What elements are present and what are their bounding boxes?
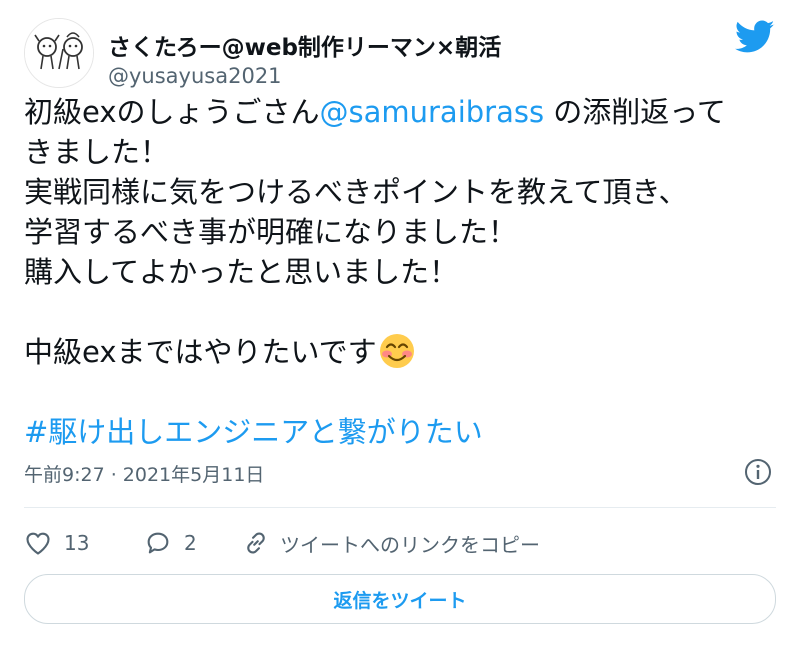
copy-link-button[interactable]: ツイートへのリンクをコピー [242, 526, 540, 560]
timestamp[interactable]: 午前9:27 · 2021年5月11日 [24, 460, 264, 487]
tweet-line: 初級exのしょうごさん@samuraibrass の添削返って [24, 92, 776, 132]
user-handle[interactable]: @yusayusa2021 [108, 64, 282, 88]
info-icon[interactable] [744, 458, 772, 486]
heart-icon [26, 532, 50, 555]
tweet-line: 実戦同様に気をつけるべきポイントを教えて頂き、 [24, 175, 688, 209]
tweet-line: 購入してよかったと思いました！ [24, 255, 459, 289]
tweet-line: 学習するべき事が明確になりました！ [24, 215, 518, 249]
action-row: 13 2 ツイートへのリンクをコピー [24, 526, 776, 560]
tweet-text: 初級exのしょうごさん@samuraibrass の添削返って きました！ 実戦… [24, 92, 776, 452]
reply-count: 2 [184, 531, 197, 555]
smiling-face-with-smiling-eyes-icon [379, 334, 414, 368]
tweet-line: きました！ [24, 135, 170, 169]
divider [24, 507, 776, 508]
reply-action-button[interactable]: 2 [144, 526, 197, 560]
avatar-image [25, 19, 93, 87]
display-name[interactable]: さくたろー@web制作リーマン×朝活 [108, 28, 501, 62]
avatar[interactable] [24, 18, 94, 88]
like-button[interactable]: 13 [24, 526, 89, 560]
tweet-text-segment: 初級exのしょうごさん [24, 95, 320, 129]
copy-link-label: ツイートへのリンクをコピー [280, 532, 540, 557]
mention-link[interactable]: @samuraibrass [320, 95, 545, 129]
like-count: 13 [64, 531, 90, 555]
reply-tweet-button[interactable]: 返信をツイート [24, 574, 776, 624]
tweet-text-segment: の添削返って [544, 95, 726, 129]
comment-icon [147, 532, 169, 554]
tweet-text-segment: 中級exまではやりたいです [24, 335, 377, 369]
link-icon [247, 532, 265, 554]
twitter-bird-icon[interactable] [735, 20, 775, 54]
meta-row: 午前9:27 · 2021年5月11日 [24, 458, 776, 488]
tweet-card: さくたろー@web制作リーマン×朝活 @yusayusa2021 初級exのしょ… [0, 0, 800, 653]
hashtag-link[interactable]: #駆け出しエンジニアと繋がりたい [24, 412, 776, 452]
tweet-line: 中級exまではやりたいです [24, 332, 776, 372]
